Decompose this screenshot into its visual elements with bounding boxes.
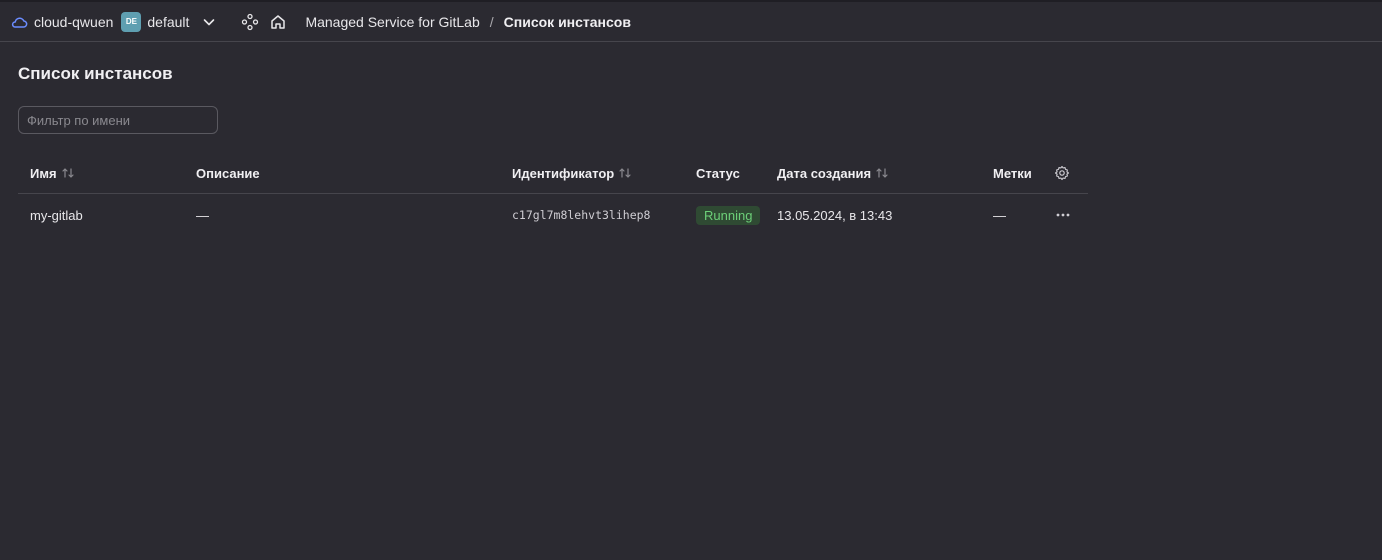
column-header-name-label: Имя xyxy=(30,165,57,181)
column-header-id[interactable]: Идентификатор xyxy=(512,152,632,194)
instance-description: — xyxy=(196,207,209,223)
top-bar: cloud-qwuen DE default Managed Service f… xyxy=(0,0,1382,42)
instances-table: Имя Описание Идентификатор Статус Дата с… xyxy=(18,152,1088,236)
row-actions-button[interactable] xyxy=(1054,194,1072,236)
folder-badge: DE xyxy=(121,11,142,32)
instance-id: c17gl7m8lehvt3lihep8 xyxy=(512,208,651,222)
table-header: Имя Описание Идентификатор Статус Дата с… xyxy=(18,152,1088,194)
services-icon[interactable] xyxy=(241,13,259,31)
cloud-selector[interactable]: cloud-qwuen DE default xyxy=(10,11,241,32)
cloud-icon xyxy=(10,13,28,31)
column-header-id-label: Идентификатор xyxy=(512,165,615,181)
sort-icon xyxy=(618,166,632,180)
cloud-name: cloud-qwuen xyxy=(34,13,114,30)
page-title: Список инстансов xyxy=(18,64,173,83)
sort-icon xyxy=(61,166,75,180)
breadcrumb-service[interactable]: Managed Service for GitLab xyxy=(305,14,479,30)
table-row[interactable]: my-gitlab — c17gl7m8lehvt3lihep8 Running… xyxy=(18,194,1088,236)
sort-icon xyxy=(875,166,889,180)
column-header-created[interactable]: Дата создания xyxy=(777,152,889,194)
column-header-created-label: Дата создания xyxy=(777,165,872,181)
filter-input[interactable] xyxy=(18,106,218,134)
more-icon xyxy=(1054,206,1072,224)
breadcrumb-separator: / xyxy=(489,13,494,30)
instance-name[interactable]: my-gitlab xyxy=(30,194,83,236)
column-header-description: Описание xyxy=(196,165,260,181)
column-header-status: Статус xyxy=(696,165,740,181)
gear-icon xyxy=(1054,165,1070,181)
instance-status: Running xyxy=(696,194,761,236)
column-settings-button[interactable] xyxy=(1054,152,1070,194)
status-badge: Running xyxy=(696,205,761,225)
instance-created: 13.05.2024, в 13:43 xyxy=(777,207,893,223)
breadcrumb-current: Список инстансов xyxy=(503,13,631,30)
column-header-name[interactable]: Имя xyxy=(30,152,75,194)
folder-name: default xyxy=(147,13,190,30)
instance-labels: — xyxy=(993,207,1006,223)
chevron-down-icon[interactable] xyxy=(201,14,217,30)
home-icon[interactable] xyxy=(269,13,287,31)
column-header-labels: Метки xyxy=(993,165,1032,181)
